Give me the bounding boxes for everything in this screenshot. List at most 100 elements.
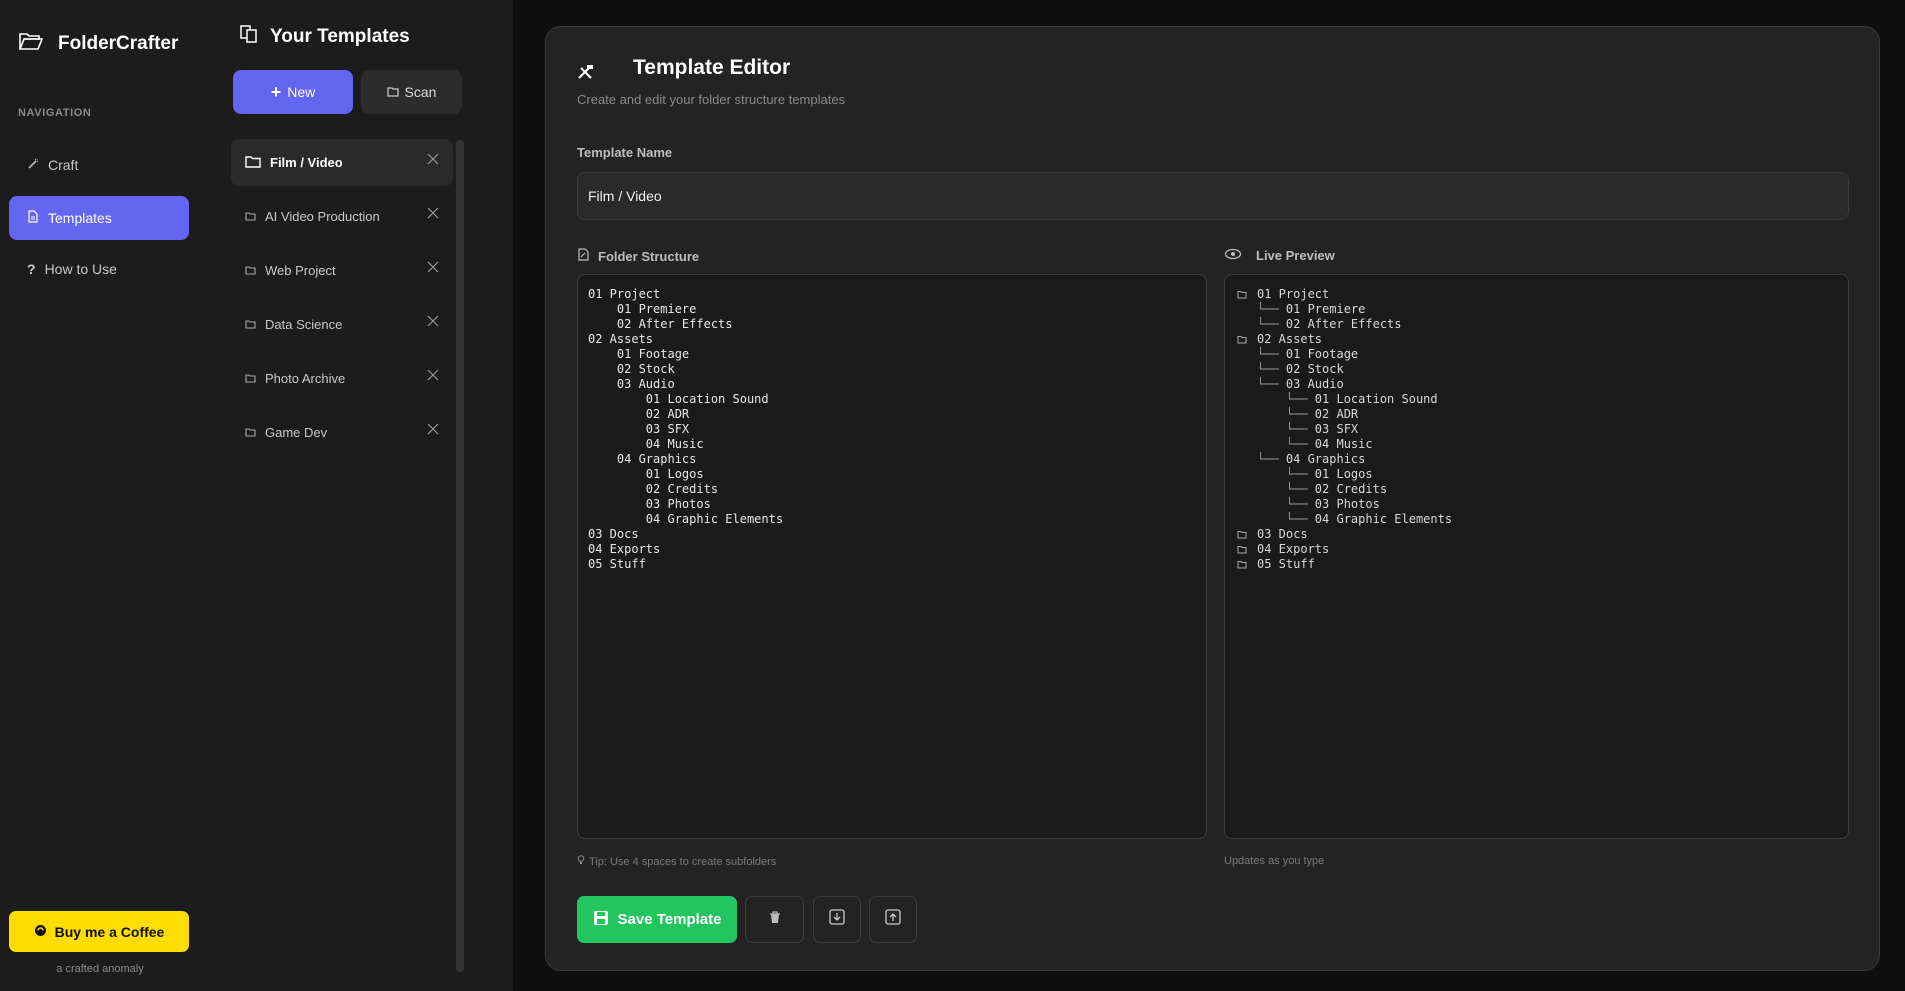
- nav-item-label: Templates: [48, 210, 112, 226]
- editor-subtitle: Create and edit your folder structure te…: [577, 92, 846, 107]
- folder-icon: [1237, 335, 1257, 344]
- template-item-photo-archive[interactable]: Photo Archive: [231, 355, 453, 402]
- template-name-input[interactable]: [577, 172, 1849, 220]
- folder-icon: [245, 263, 256, 278]
- preview-line: └── 02 Stock: [1237, 362, 1836, 377]
- export-button[interactable]: [869, 896, 917, 943]
- template-item-web-project[interactable]: Web Project: [231, 247, 453, 294]
- nav-item-templates[interactable]: Templates: [9, 196, 189, 240]
- preview-folder-name: 02 Assets: [1257, 332, 1323, 346]
- preview-folder-name: 01 Location Sound: [1314, 392, 1438, 406]
- import-button[interactable]: [813, 896, 861, 943]
- delete-template-button[interactable]: [745, 896, 804, 943]
- new-label: New: [287, 84, 316, 100]
- folder-icon: [1237, 530, 1257, 539]
- template-name-label: Template Name: [577, 145, 673, 160]
- upload-icon: [885, 909, 901, 930]
- templates-scrollbar[interactable]: [456, 140, 464, 972]
- folder-icon: [1237, 545, 1257, 554]
- tree-branch: └──: [1257, 317, 1286, 331]
- folder-icon: [245, 425, 256, 440]
- nav-item-label: Craft: [48, 157, 79, 173]
- preview-folder-name: 01 Premiere: [1285, 302, 1366, 316]
- preview-line: 01 Project: [1237, 287, 1836, 302]
- delete-template-icon[interactable]: [427, 261, 439, 276]
- live-preview-box: 01 Project └── 01 Premiere └── 02 After Ef…: [1224, 274, 1849, 839]
- preview-line: └── 04 Music: [1237, 437, 1836, 452]
- tree-branch: └──: [1257, 347, 1286, 361]
- preview-folder-name: 02 Stock: [1285, 362, 1344, 376]
- live-preview-heading: Live Preview: [1224, 248, 1335, 263]
- editor-title: Template Editor: [633, 56, 791, 79]
- coffee-label: Buy me a Coffee: [54, 923, 165, 940]
- tree-branch: └──: [1257, 302, 1286, 316]
- preview-line: └── 01 Location Sound: [1237, 392, 1836, 407]
- folder-structure-editor[interactable]: [577, 274, 1207, 839]
- preview-folder-name: 03 Docs: [1257, 527, 1308, 541]
- tools-icon: [577, 64, 595, 85]
- new-template-button[interactable]: + New: [233, 70, 353, 114]
- preview-line: 02 Assets: [1237, 332, 1836, 347]
- app-name: FolderCrafter: [58, 32, 179, 54]
- updates-hint: Updates as you type: [1224, 855, 1325, 867]
- folder-structure-textarea[interactable]: [588, 287, 1196, 826]
- live-preview-label: Live Preview: [1256, 248, 1335, 263]
- delete-template-icon[interactable]: [427, 315, 439, 330]
- preview-folder-name: 03 Photos: [1314, 497, 1380, 511]
- folder-icon: [245, 209, 256, 224]
- preview-line: └── 01 Logos: [1237, 467, 1836, 482]
- preview-folder-name: 04 Exports: [1257, 542, 1330, 556]
- template-item-film-video[interactable]: Film / Video: [231, 139, 453, 186]
- preview-folder-name: 04 Graphic Elements: [1314, 512, 1453, 526]
- buy-coffee-button[interactable]: Buy me a Coffee: [9, 911, 189, 952]
- preview-folder-name: 03 SFX: [1314, 422, 1359, 436]
- download-icon: [829, 909, 845, 930]
- template-label: Photo Archive: [265, 371, 346, 386]
- tree-branch: └──: [1257, 392, 1315, 406]
- tip-hint: Tip: Use 4 spaces to create subfolders: [577, 855, 776, 868]
- folder-open-icon: [18, 30, 44, 57]
- plus-icon: +: [270, 82, 282, 102]
- preview-line: └── 02 Credits: [1237, 482, 1836, 497]
- templates-icon: [240, 25, 260, 49]
- scan-label: Scan: [404, 84, 437, 100]
- preview-folder-name: 01 Project: [1257, 287, 1330, 301]
- delete-template-icon[interactable]: [427, 153, 439, 168]
- preview-line: └── 04 Graphics: [1237, 452, 1836, 467]
- delete-template-icon[interactable]: [427, 369, 439, 384]
- scan-button[interactable]: Scan: [361, 70, 462, 114]
- preview-line: 04 Exports: [1237, 542, 1836, 557]
- tip-text: Tip: Use 4 spaces to create subfolders: [589, 855, 777, 868]
- nav-heading: NAVIGATION: [18, 107, 92, 119]
- folder-scan-icon: [386, 84, 399, 100]
- delete-template-icon[interactable]: [427, 423, 439, 438]
- save-template-button[interactable]: Save Template: [577, 896, 737, 943]
- question-icon: ?: [27, 261, 36, 277]
- preview-line: └── 03 Audio: [1237, 377, 1836, 392]
- template-label: Web Project: [265, 263, 336, 278]
- tagline: a crafted anomaly: [56, 963, 144, 975]
- delete-template-icon[interactable]: [427, 207, 439, 222]
- templates-title: Your Templates: [240, 25, 410, 49]
- nav-item-how-to-use[interactable]: ? How to Use: [9, 247, 189, 291]
- folder-icon: [1237, 290, 1257, 299]
- lightbulb-icon: [577, 855, 585, 868]
- preview-line: └── 01 Footage: [1237, 347, 1836, 362]
- preview-line: └── 02 After Effects: [1237, 317, 1836, 332]
- template-item-ai-video-production[interactable]: AI Video Production: [231, 193, 453, 240]
- wand-icon: [27, 157, 39, 173]
- template-item-data-science[interactable]: Data Science: [231, 301, 453, 348]
- templates-heading: Your Templates: [270, 26, 410, 47]
- template-item-game-dev[interactable]: Game Dev: [231, 409, 453, 456]
- preview-folder-name: 02 After Effects: [1285, 317, 1402, 331]
- template-label: Film / Video: [270, 155, 343, 170]
- tree-branch: └──: [1257, 422, 1315, 436]
- preview-line: └── 04 Graphic Elements: [1237, 512, 1836, 527]
- template-label: Data Science: [265, 317, 343, 332]
- preview-folder-name: 04 Graphics: [1285, 452, 1366, 466]
- nav-item-craft[interactable]: Craft: [9, 143, 189, 187]
- preview-line: └── 03 SFX: [1237, 422, 1836, 437]
- tree-branch: └──: [1257, 377, 1286, 391]
- save-label: Save Template: [617, 911, 722, 928]
- tree-branch: └──: [1257, 482, 1315, 496]
